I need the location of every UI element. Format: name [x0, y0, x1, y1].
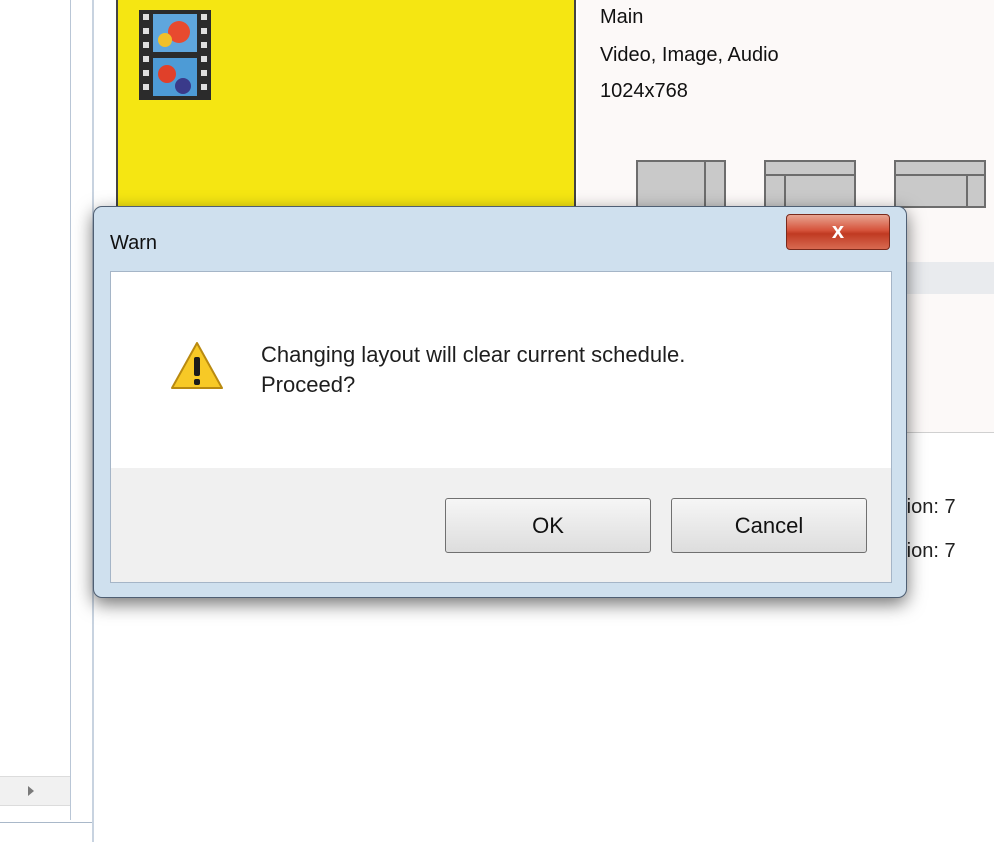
- film-strip-icon: [139, 10, 211, 100]
- warn-dialog: Warn x Changing layout will clear curren…: [93, 206, 907, 598]
- horizontal-scrollbar[interactable]: [0, 776, 70, 806]
- layout-option-2[interactable]: [764, 160, 856, 208]
- layout-media-types: Video, Image, Audio: [600, 44, 779, 66]
- layout-resolution: 1024x768: [600, 80, 688, 102]
- app-window: Main Video, Image, Audio 1024x768 ation:…: [0, 0, 994, 842]
- message-line-2: Proceed?: [261, 372, 356, 397]
- left-panel: [0, 0, 71, 820]
- layout-option-3[interactable]: [894, 160, 986, 208]
- close-button[interactable]: x: [786, 214, 890, 250]
- scroll-right-arrow-icon[interactable]: [28, 786, 34, 796]
- ok-button[interactable]: OK: [445, 498, 651, 553]
- dialog-title: Warn: [110, 232, 158, 254]
- warning-icon: [171, 342, 223, 389]
- dialog-body: Changing layout will clear current sched…: [110, 271, 892, 583]
- layout-option-1[interactable]: [636, 160, 726, 208]
- layout-name: Main: [600, 6, 644, 28]
- panel-bottom-border: [0, 822, 92, 823]
- message-line-1: Changing layout will clear current sched…: [261, 342, 686, 367]
- dialog-button-bar: OK Cancel: [111, 468, 891, 582]
- cancel-button[interactable]: Cancel: [671, 498, 867, 553]
